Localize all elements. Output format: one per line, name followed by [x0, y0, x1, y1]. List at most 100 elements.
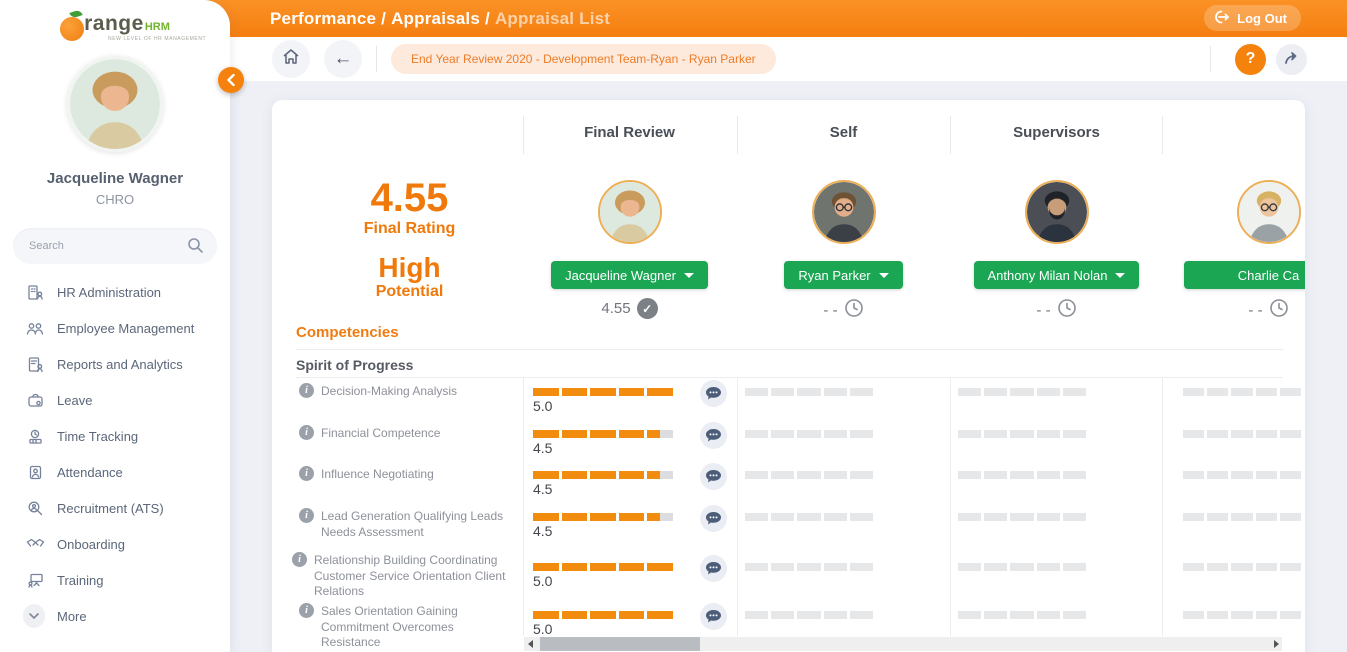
- grid-divider: [1162, 377, 1163, 636]
- placeholder-bar: [745, 471, 873, 479]
- potential-label: Potential: [296, 283, 523, 301]
- grid-divider: [737, 377, 738, 636]
- sidebar-item-hr-administration[interactable]: HR Administration: [0, 274, 230, 310]
- review-title-pill[interactable]: End Year Review 2020 - Development Team-…: [391, 44, 776, 74]
- back-button[interactable]: ←: [324, 40, 362, 78]
- placeholder-bar: [745, 388, 873, 396]
- column-header-self: Self: [737, 124, 950, 141]
- rating-bar: [533, 611, 673, 619]
- sidebar-item-leave[interactable]: Leave: [0, 382, 230, 418]
- sidebar-nav: HR Administration Employee Management Re…: [0, 274, 230, 634]
- final-rating-label: Final Rating: [296, 220, 523, 238]
- home-button[interactable]: [272, 40, 310, 78]
- rating-bar: [533, 563, 673, 571]
- comment-button[interactable]: [700, 463, 727, 490]
- reviewer-select-charlie[interactable]: Charlie Ca: [1184, 261, 1306, 289]
- handshake-icon: [25, 536, 45, 553]
- sidebar-item-more[interactable]: More: [0, 598, 230, 634]
- info-icon[interactable]: i: [299, 508, 314, 523]
- breadcrumb: Performance/Appraisals/Appraisal List: [270, 9, 610, 29]
- appraisal-card: Final Review Self Supervisors 4.55 Final…: [272, 100, 1305, 652]
- scrollbar-thumb[interactable]: [540, 637, 700, 651]
- placeholder-bar: [1183, 563, 1301, 571]
- breadcrumb-appraisal-list: Appraisal List: [495, 9, 610, 28]
- section-divider: [296, 349, 1283, 350]
- scroll-left-arrow[interactable]: [524, 637, 536, 651]
- placeholder-bar: [958, 471, 1086, 479]
- placeholder-bar: [1183, 430, 1301, 438]
- reviewer-status: - -: [823, 298, 863, 322]
- rating-value: 4.5: [533, 440, 552, 456]
- final-rating-value: 4.55: [296, 178, 523, 218]
- presentation-icon: [25, 572, 45, 589]
- placeholder-bar: [1183, 388, 1301, 396]
- user-role: CHRO: [0, 192, 230, 207]
- placeholder-bar: [1183, 513, 1301, 521]
- rating-bar: [533, 430, 673, 438]
- placeholder-bar: [958, 388, 1086, 396]
- rating-bar: [533, 388, 673, 396]
- placeholder-bar: [958, 611, 1086, 619]
- reviewer-select-ryan[interactable]: Ryan Parker: [784, 261, 902, 289]
- horizontal-scrollbar[interactable]: [524, 637, 1282, 651]
- placeholder-bar: [1183, 611, 1301, 619]
- competency-group-heading: Spirit of Progress: [296, 357, 413, 373]
- search-icon[interactable]: [187, 237, 204, 259]
- sidebar-collapse-button[interactable]: [218, 67, 244, 93]
- comment-button[interactable]: [700, 603, 727, 630]
- reviewer-select-anthony[interactable]: Anthony Milan Nolan: [974, 261, 1140, 289]
- avatar-anthony-milan-nolan: [1025, 180, 1089, 244]
- rating-summary: 4.55 Final Rating High Potential: [296, 178, 523, 301]
- breadcrumb-appraisals[interactable]: Appraisals: [391, 9, 480, 28]
- placeholder-bar: [958, 430, 1086, 438]
- chevron-left-icon: [227, 74, 235, 86]
- sidebar-item-onboarding[interactable]: Onboarding: [0, 526, 230, 562]
- comment-button[interactable]: [700, 555, 727, 582]
- reviewer-select-jacqueline[interactable]: Jacqueline Wagner: [551, 261, 708, 289]
- reviewer-status: - -: [1248, 298, 1288, 322]
- home-icon: [282, 48, 300, 71]
- people-icon: [25, 320, 45, 337]
- comment-button[interactable]: [700, 422, 727, 449]
- section-divider: [296, 377, 1283, 378]
- breadcrumb-performance[interactable]: Performance: [270, 9, 376, 28]
- toolbar-divider: [376, 46, 377, 72]
- comment-button[interactable]: [700, 380, 727, 407]
- help-button[interactable]: ?: [1235, 44, 1266, 75]
- briefcase-icon: [25, 392, 45, 409]
- rating-bar: [533, 471, 673, 479]
- sidebar-item-reports-and-analytics[interactable]: Reports and Analytics: [0, 346, 230, 382]
- sidebar-item-attendance[interactable]: Attendance: [0, 454, 230, 490]
- info-icon[interactable]: i: [299, 603, 314, 618]
- potential-value: High: [296, 254, 523, 282]
- scroll-right-arrow[interactable]: [1270, 637, 1282, 651]
- chevron-down-icon: [23, 604, 45, 628]
- user-avatar: [67, 56, 163, 152]
- report-icon: [25, 356, 45, 373]
- comment-button[interactable]: [700, 505, 727, 532]
- grid-divider: [523, 377, 524, 636]
- grid-divider: [950, 377, 951, 636]
- reviewer-extra: Charlie Ca - -: [1162, 180, 1305, 322]
- chevron-down-icon: [1115, 273, 1125, 278]
- logout-button[interactable]: Log Out: [1204, 5, 1301, 31]
- clock-icon: [1269, 298, 1289, 322]
- sidebar-item-recruitment[interactable]: Recruitment (ATS): [0, 490, 230, 526]
- info-icon[interactable]: i: [299, 383, 314, 398]
- info-icon[interactable]: i: [299, 425, 314, 440]
- share-button[interactable]: [1276, 44, 1307, 75]
- info-icon[interactable]: i: [292, 552, 307, 567]
- info-icon[interactable]: i: [299, 466, 314, 481]
- sidebar-item-time-tracking[interactable]: Time Tracking: [0, 418, 230, 454]
- user-name: Jacqueline Wagner: [0, 170, 230, 187]
- chevron-down-icon: [684, 273, 694, 278]
- clock-icon: [844, 298, 864, 322]
- sidebar-item-employee-management[interactable]: Employee Management: [0, 310, 230, 346]
- top-header-bar: Performance/Appraisals/Appraisal List Lo…: [205, 0, 1347, 37]
- orange-fruit-icon: [60, 17, 84, 41]
- toolbar: ← End Year Review 2020 - Development Tea…: [230, 37, 1347, 82]
- chevron-down-icon: [879, 273, 889, 278]
- sidebar-item-training[interactable]: Training: [0, 562, 230, 598]
- placeholder-bar: [958, 513, 1086, 521]
- magnifier-person-icon: [25, 500, 45, 517]
